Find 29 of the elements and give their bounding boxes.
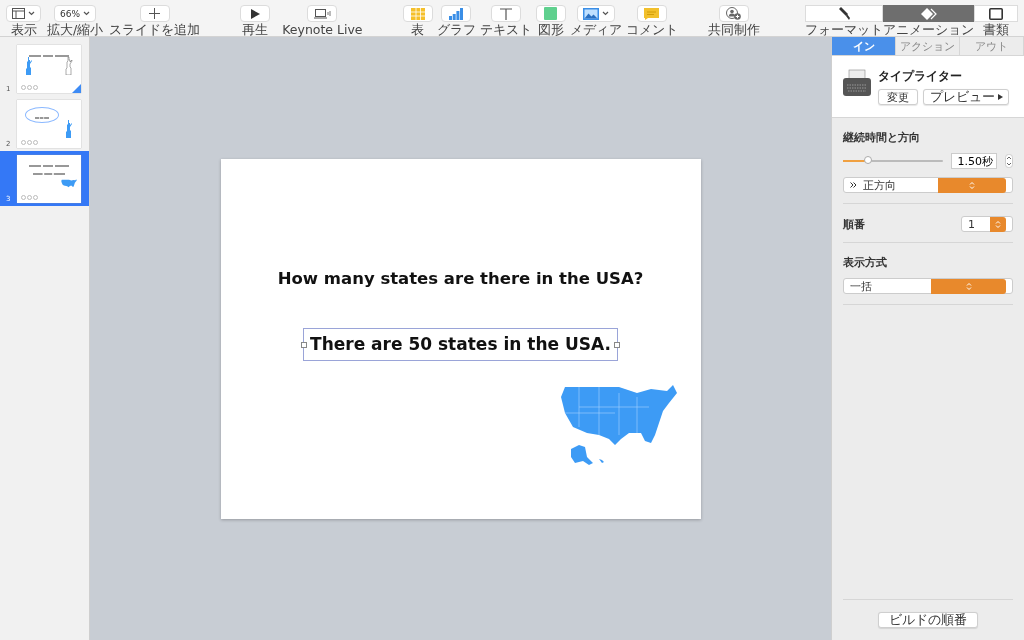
direction-popup[interactable]: 正方向 [843,177,1013,193]
zoom-button[interactable]: 66% [54,5,97,22]
toolbar-label: スライドを追加 [109,24,201,36]
toolbar-label: 図形 [537,24,564,36]
toolbar-label: コメント [625,24,678,36]
selected-text-box[interactable]: There are 50 states in the USA. [303,327,618,361]
toolbar-label: 再生 [242,24,269,36]
section-label: 順番 [843,216,865,232]
toolbar-label: テキスト [479,24,532,36]
toolbar-label: フォーマット [805,24,883,36]
section-label: 表示方式 [843,255,888,270]
build-order-button[interactable]: ビルドの順番 [878,612,978,628]
slide-title: How many states are there in the USA? [277,268,644,288]
delivery-popup[interactable]: 一括 [843,278,1013,294]
toolbar-label: グラフ [436,24,476,36]
toolbar-label: アニメーション [883,24,974,36]
toolbar-label: メディア [569,24,622,36]
order-popup[interactable]: 1 [961,216,1013,232]
toolbar-label: 拡大/縮小 [47,24,104,36]
toolbar-label: 表 [411,24,425,36]
effect-name: タイプライター [878,68,963,85]
change-button[interactable]: 変更 [878,89,918,105]
toolbar-label: 書類 [983,24,1009,36]
toolbar-label: 共同制作 [707,24,760,36]
toolbar-label: 表示 [10,24,37,36]
preview-button[interactable]: プレビュー [923,89,1009,105]
section-label: 継続時間と方向 [843,130,921,145]
duration-field[interactable]: 1.50秒 [951,153,997,169]
toolbar-label: Keynote Live [282,24,363,36]
